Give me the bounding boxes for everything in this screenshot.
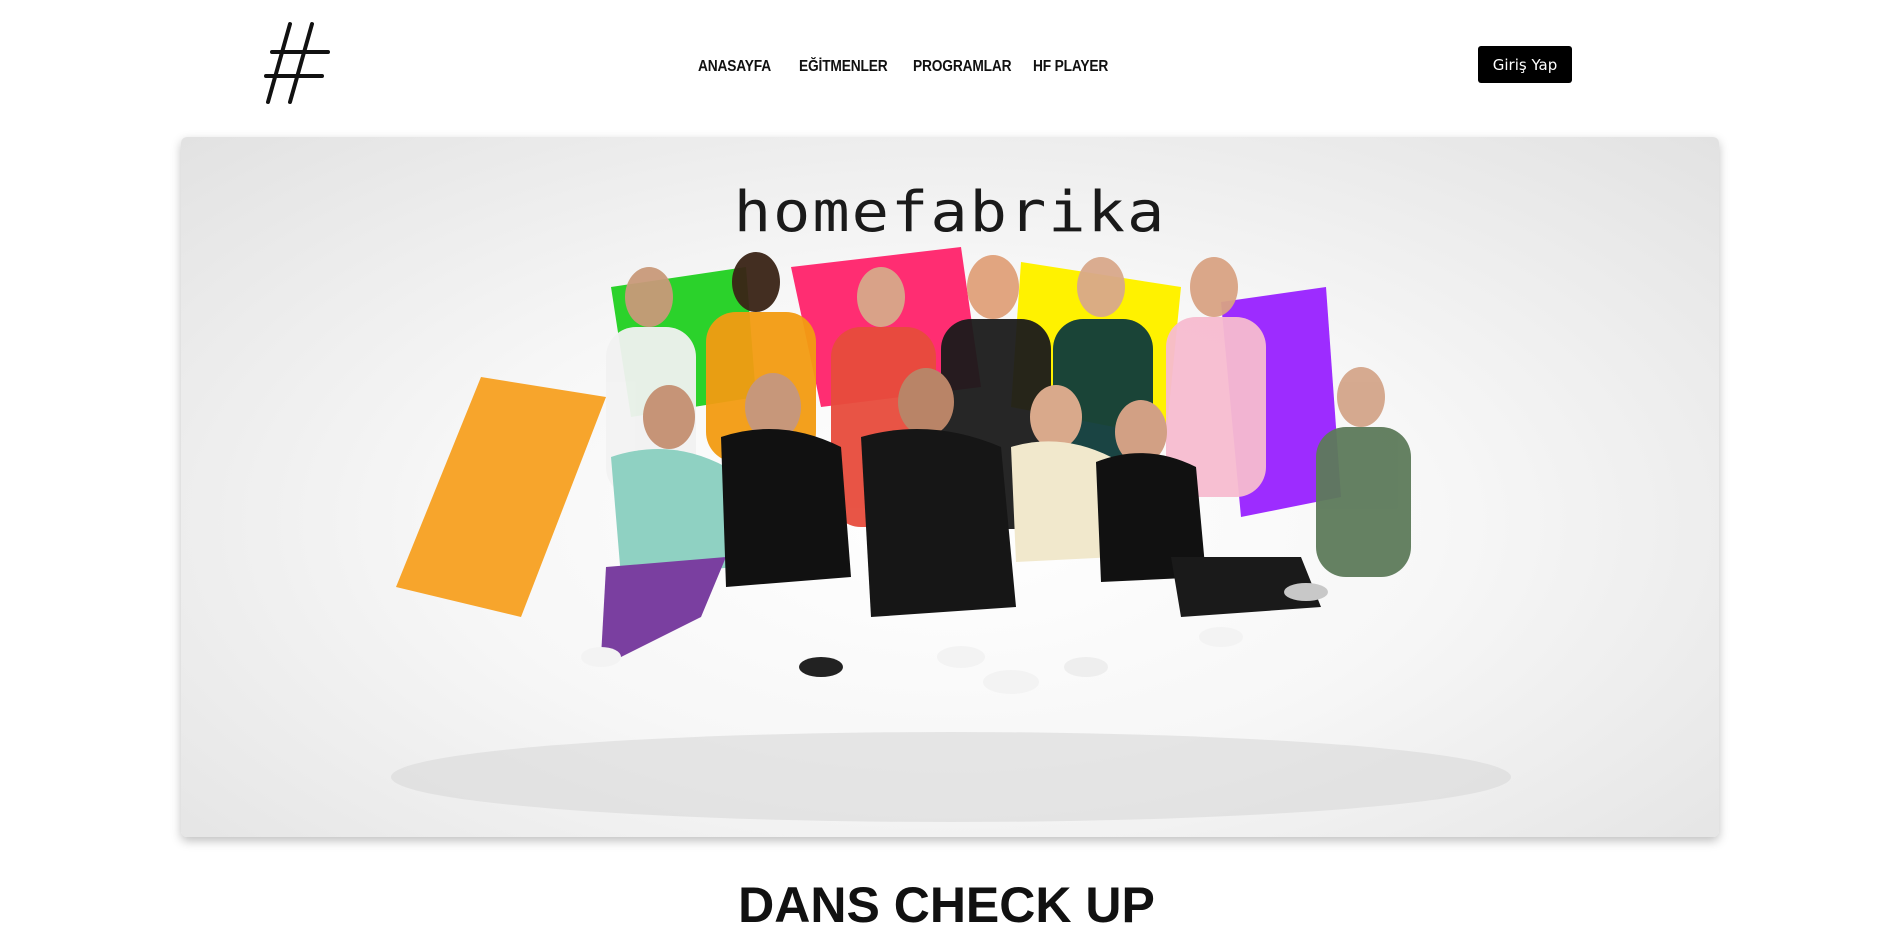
nav-hf-player[interactable]: HF PLAYER <box>1033 58 1108 76</box>
login-button[interactable]: Giriş Yap <box>1478 46 1572 83</box>
nav-programlar[interactable]: PROGRAMLAR <box>913 58 1012 76</box>
page-title: DANS CHECK UP <box>738 877 1155 933</box>
hero-banner: homefabrika <box>181 137 1719 837</box>
brand-wordmark: homefabrika <box>733 178 1167 245</box>
hash-logo-icon[interactable] <box>262 20 332 106</box>
nav-anasayfa[interactable]: ANASAYFA <box>698 58 771 76</box>
site-header: ANASAYFA EĞİTMENLER PROGRAMLAR HF PLAYER… <box>0 0 1893 135</box>
orange-panel <box>396 377 606 617</box>
nav-egitmenler[interactable]: EĞİTMENLER <box>799 58 888 76</box>
